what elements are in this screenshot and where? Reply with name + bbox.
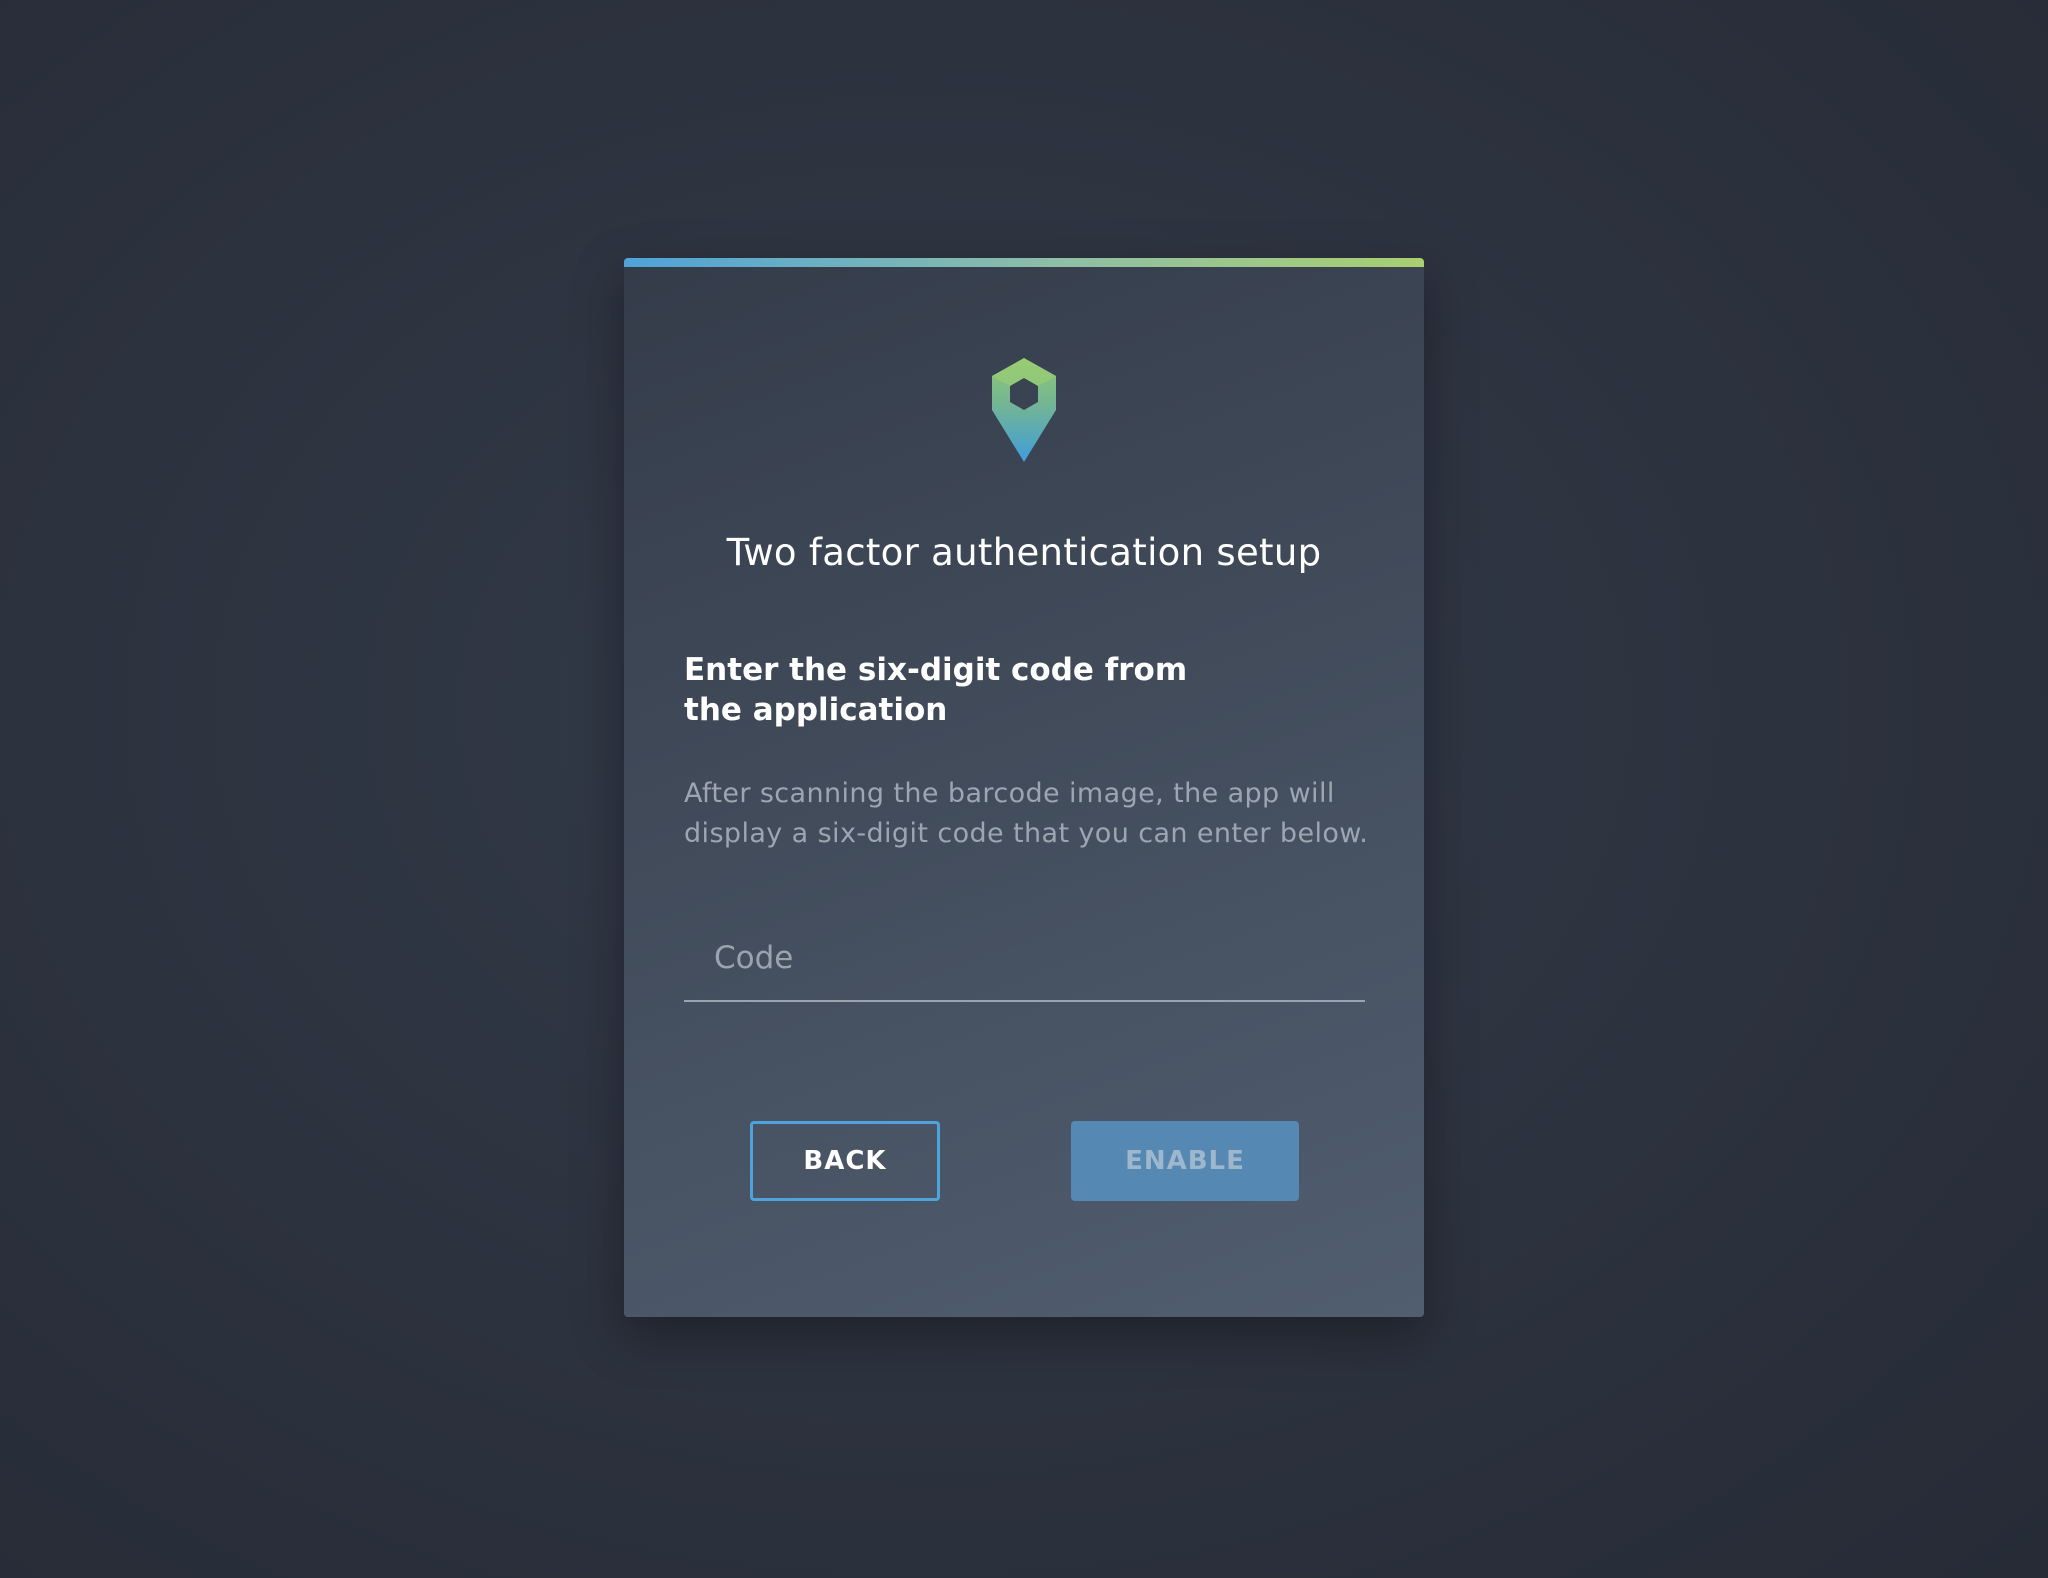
enable-button[interactable]: ENABLE [1071, 1121, 1299, 1201]
two-factor-setup-card: Two factor authentication setup Enter th… [624, 258, 1424, 1317]
code-field [684, 916, 1365, 1002]
instruction-description: After scanning the barcode image, the ap… [684, 778, 1369, 849]
hexagon-pin-logo-icon [992, 358, 1056, 462]
back-button[interactable]: BACK [750, 1121, 940, 1201]
instruction-heading: Enter the six-digit code from the applic… [684, 652, 1188, 728]
gradient-accent-bar [624, 258, 1424, 267]
code-input[interactable] [684, 916, 1365, 1000]
page-title: Two factor authentication setup [726, 531, 1322, 574]
